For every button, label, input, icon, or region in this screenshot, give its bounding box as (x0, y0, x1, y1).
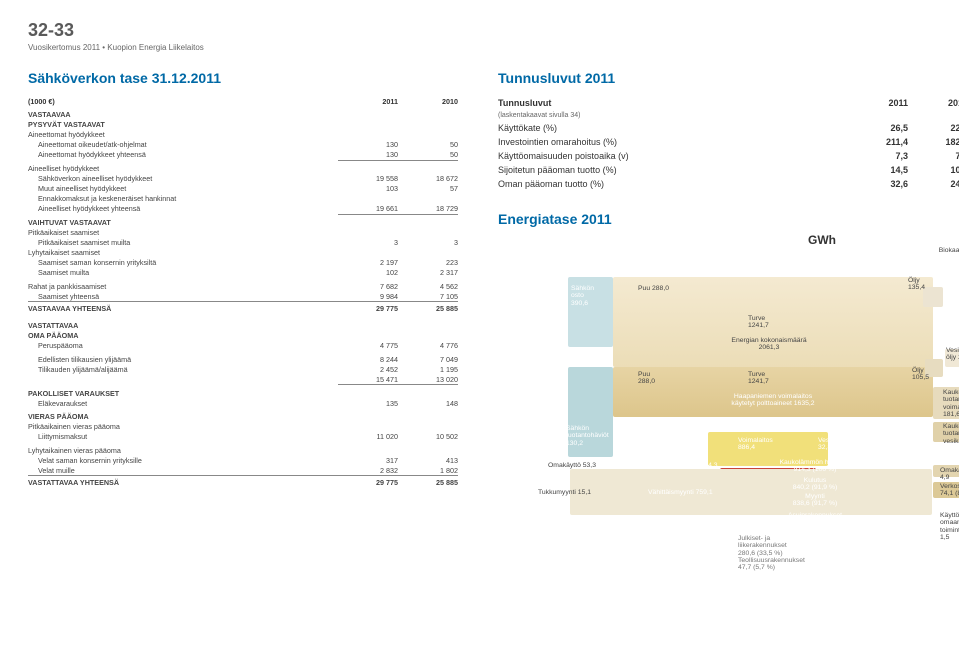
table-row: Lyhytaikainen vieras pääoma (28, 442, 458, 456)
table-row: Saamiset muilta1022 317 (28, 268, 458, 278)
table-row: OMA PÄÄOMA (28, 331, 458, 341)
table-row: Käyttöomaisuuden poistoaika (v)7,37,3 (498, 149, 959, 163)
band-sales (570, 469, 932, 515)
lbl-sahkon-osto: Sähkönosto390,6 (571, 285, 594, 307)
key-figures-table: Tunnusluvut 2011 2010 (laskentakaavat si… (498, 96, 959, 191)
table-row: Lyhytaikaiset saamiset (28, 248, 458, 258)
lbl-vesikattilat-oljy: Vesikattilat/öljy 29,9 (946, 347, 959, 362)
table-row: Sähköverkon aineelliset hyödykkeet19 558… (28, 174, 458, 184)
lbl-haapaniemi: Haapaniemen voimalaitoskäytetyt polttoai… (698, 393, 848, 408)
lbl-teollisuus: Teollisuusrakennukset47,7 (5,7 %) (738, 557, 858, 572)
page-number: 32-33 Vuosikertomus 2011 • Kuopion Energ… (28, 20, 931, 52)
table-row: Velat saman konsernin yrityksille317413 (28, 455, 458, 465)
lbl-asuinrak: Asuinrakennukset510,3 (60,9 %) (760, 512, 870, 527)
table-row: Peruspääoma4 7754 776 (28, 341, 458, 351)
lbl-voimalaitos: Voimalaitos886,4 (738, 437, 773, 452)
table-row: Aineelliset hyödykkeet yhteensä19 66118 … (28, 204, 458, 215)
lbl-turve-top: Turve1241,7 (748, 315, 769, 330)
table-row: Tilikauden ylijäämä/alijäämä2 4521 195 (28, 364, 458, 374)
lbl-kaukokok: Kaukolämmönkokonaistuotanto 919,2 (738, 417, 808, 432)
sankey-diagram: GWh Biokaasu 5,6 Sähkönosto390,6 (498, 237, 959, 567)
table-row: VASTAAVAA (28, 106, 458, 120)
lbl-puu2: Puu288,0 (638, 371, 655, 386)
lbl-biokaasu: Biokaasu 5,6 (918, 247, 959, 254)
balance-sheet-table: (1000 €) 2011 2010 VASTAAVAAPYSYVÄT VAST… (28, 96, 458, 491)
lbl-vesikattilat: Vesikattilat32,8 (818, 437, 851, 452)
lbl-tukku: Tukkumyynti 15,1 (538, 489, 591, 496)
sankey-unit: GWh (808, 233, 836, 247)
energy-title: Energiatase 2011 (498, 211, 959, 227)
table-row: Pitkäaikaiset saamiset muilta33 (28, 238, 458, 248)
table-row: Aineettomat hyödykkeet yhteensä13050 (28, 150, 458, 161)
table-row: VASTAAVAA YHTEENSÄ29 77525 885 (28, 302, 458, 318)
lbl-energian-kok: Energian kokonaismäärä2061,3 (714, 337, 824, 352)
kf-head-y2: 2010 (908, 96, 959, 110)
table-row: VASTATTAVAA (28, 317, 458, 331)
lbl-kaukohavio-vl: Kaukolämmöntuotantohäviöt/voimalaitos 18… (943, 389, 959, 419)
lbl-sahkon-hankinta: Sähkön hankinta 774,3 (648, 462, 718, 469)
lbl-verkostohavio: Verkostohäviöt74,1 (8,1 %) (940, 483, 959, 498)
table-row: Oman pääoman tuotto (%)32,624,1 (498, 177, 959, 191)
table-row: Rahat ja pankkisaamiset7 6824 562 (28, 278, 458, 292)
lbl-oljy-mid: Öljy105,5 (912, 367, 929, 382)
table-row: Ennakkomaksut ja keskeneräiset hankinnat (28, 194, 458, 204)
table-row: VASTATTAVAA YHTEENSÄ29 77525 885 (28, 476, 458, 492)
lbl-vahittais: Vähittäismyynti 759,1 (648, 489, 713, 496)
table-row: Edellisten tilikausien ylijäämä8 2447 04… (28, 351, 458, 365)
table-row: Muut aineelliset hyödykkeet10357 (28, 184, 458, 194)
bs-year-2: 2010 (398, 96, 458, 106)
band-haapaniemi (613, 367, 933, 417)
kf-head-label: Tunnusluvut (498, 96, 848, 110)
lbl-sahkokok: Sähkökokonais-tuotanto 437,0 (656, 417, 704, 432)
lbl-oljy-top: Öljy135,4 (908, 277, 925, 292)
table-row: Aineettomat oikeudet/atk-ohjelmat13050 (28, 140, 458, 150)
table-row: 15 47113 020 (28, 374, 458, 385)
table-row: Pitkäaikainen vieras pääoma (28, 422, 458, 432)
lbl-kaukohavio-vk: Kaukolämmöntuotantohäviöt/vesikattilat 2… (943, 423, 959, 445)
table-row: Aineettomat hyödykkeet (28, 130, 458, 140)
lbl-tuotanto: Tuotanto 383,7 (654, 440, 699, 447)
bs-year-1: 2011 (338, 96, 398, 106)
lbl-omakaytto2: Omakäyttö 4,9 (940, 467, 959, 482)
lbl-puu: Puu 288,0 (638, 285, 669, 292)
table-row: Aineelliset hyödykkeet (28, 160, 458, 174)
bs-unit: (1000 €) (28, 96, 338, 106)
balance-sheet-column: Sähköverkon tase 31.12.2011 (1000 €) 201… (28, 70, 458, 567)
lbl-kaukohankinta: Kaukolämmön hankinta914,3 (100 %) (760, 459, 870, 474)
table-row: Eläkevaraukset135148 (28, 398, 458, 408)
lbl-turve2: Turve1241,7 (748, 371, 769, 386)
kf-note: (laskentakaavat sivulla 34) (498, 110, 959, 121)
table-row: Saamiset saman konsernin yrityksiltä2 19… (28, 258, 458, 268)
table-row: Liittymismaksut11 02010 502 (28, 432, 458, 442)
kf-head-y1: 2011 (848, 96, 908, 110)
lbl-myynti: Myynti838,6 (91,7 %) (760, 493, 870, 508)
table-row: PAKOLLISET VARAUKSET (28, 385, 458, 399)
table-row: VAIHTUVAT VASTAAVAT (28, 214, 458, 228)
table-row: VIERAS PÄÄOMA (28, 408, 458, 422)
lbl-kulutus: Kulutus840,2 (91,9 %) (760, 477, 870, 492)
lbl-julkiset: Julkiset- jaliikerakennukset280,6 (33,5 … (738, 535, 848, 557)
lbl-sahkon-havio: Sähköntuotantohäviöt130,2 (566, 425, 609, 447)
table-row: Sijoitetun pääoman tuotto (%)14,510,3 (498, 163, 959, 177)
lbl-omakaytto: Omakäyttö 53,3 (548, 462, 596, 469)
balance-sheet-title: Sähköverkon tase 31.12.2011 (28, 70, 458, 86)
band-oil-top (923, 287, 943, 307)
lbl-kaytto-toim: Käyttö omaantoimintaan 1,5 (940, 512, 959, 542)
table-row: Investointien omarahoitus (%)211,4182,9 (498, 135, 959, 149)
table-row: Saamiset yhteensä9 9847 105 (28, 291, 458, 302)
table-row: Velat muille2 8321 802 (28, 465, 458, 476)
table-row: Pitkäaikaiset saamiset (28, 228, 458, 238)
right-column: Tunnusluvut 2011 Tunnusluvut 2011 2010 (… (498, 70, 959, 567)
key-figures-title: Tunnusluvut 2011 (498, 70, 959, 86)
table-row: PYSYVÄT VASTAAVAT (28, 120, 458, 130)
table-row: Käyttökate (%)26,522,1 (498, 121, 959, 135)
